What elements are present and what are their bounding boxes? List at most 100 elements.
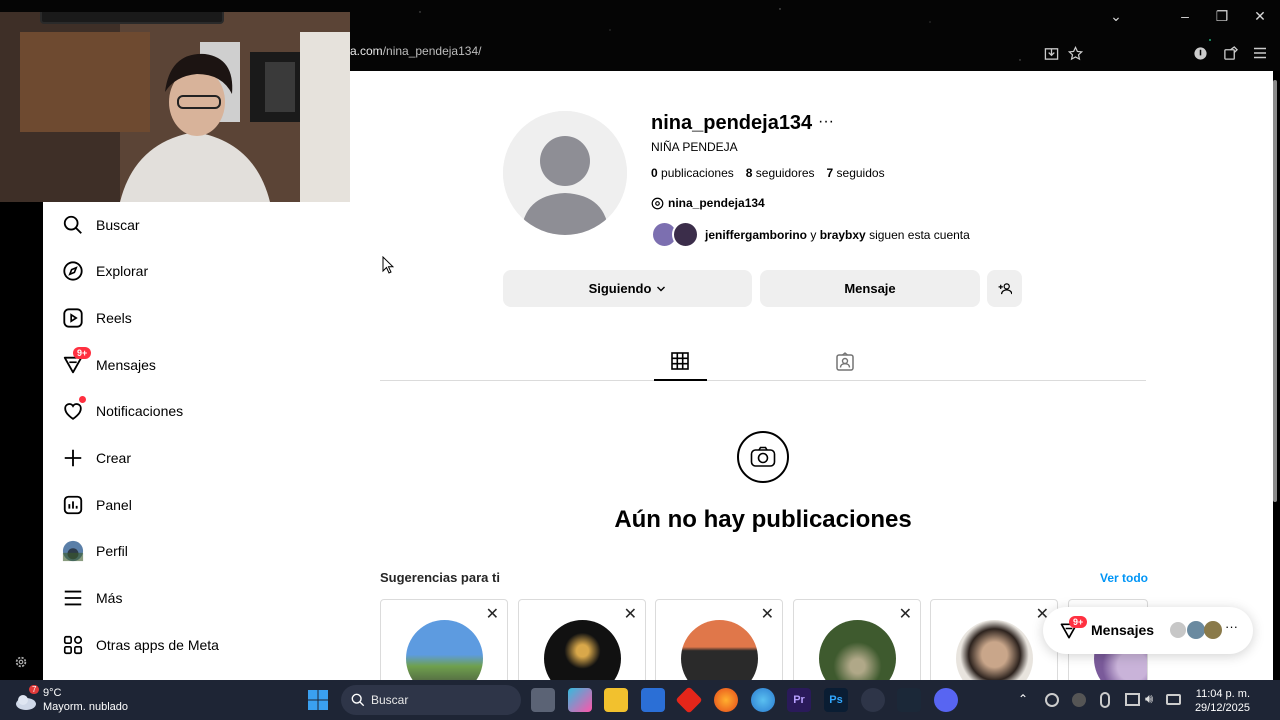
tagged-tab[interactable]: [835, 352, 855, 372]
default-avatar-icon: [503, 111, 627, 235]
app-red-icon[interactable]: [675, 686, 703, 714]
dismiss-suggestion-icon[interactable]: ✕: [624, 604, 637, 624]
dismiss-suggestion-icon[interactable]: ✕: [486, 604, 499, 624]
follower-avatar: [672, 221, 699, 248]
weather-description: Mayorm. nublado: [43, 701, 128, 713]
sync-icon[interactable]: [1045, 693, 1059, 707]
following-button-label: Siguiendo: [588, 281, 652, 296]
menu-hamburger-icon[interactable]: [1251, 44, 1269, 62]
follower-name-1: jeniffergamborino: [705, 227, 808, 242]
windows-taskbar: 7 9°C Mayorm. nublado Buscar Pr Ps ⌃ 🔊︎: [0, 680, 1280, 720]
weather-widget[interactable]: 7: [13, 685, 40, 713]
tab-list-icon[interactable]: ⌄: [1106, 8, 1126, 25]
reels-icon: [61, 306, 85, 330]
sidebar-item-messages[interactable]: 9+ Mensajes: [43, 342, 343, 388]
see-all-link[interactable]: Ver todo: [1100, 571, 1148, 585]
sidebar-item-label: Más: [96, 590, 123, 606]
task-view-icon[interactable]: [531, 688, 555, 712]
grid-icon: [671, 352, 689, 370]
sidebar-item-label: Crear: [96, 450, 132, 466]
sidebar-item-explore[interactable]: Explorar: [43, 248, 343, 294]
search-icon: [351, 693, 365, 707]
battery-icon[interactable]: [1166, 694, 1181, 705]
dismiss-suggestion-icon[interactable]: ✕: [761, 604, 774, 624]
steam-icon[interactable]: [897, 688, 921, 712]
obs-icon[interactable]: [861, 688, 885, 712]
followed-by-row[interactable]: jeniffergamborino y braybxy siguen esta …: [651, 221, 970, 248]
left-edge-strip: [0, 202, 43, 680]
settings-gear-icon[interactable]: [14, 655, 28, 669]
sidebar-item-search[interactable]: Buscar: [43, 202, 343, 248]
download-icon[interactable]: [1191, 44, 1209, 62]
messages-floating-button[interactable]: 9+ Mensajes ···: [1043, 607, 1253, 654]
sidebar-item-reels[interactable]: Reels: [43, 295, 343, 341]
apps-icon: [61, 633, 85, 657]
windows-start-icon[interactable]: [307, 689, 329, 716]
sidebar-item-label: Notificaciones: [96, 403, 184, 419]
suggestions-title: Sugerencias para ti: [380, 570, 500, 585]
extensions-icon[interactable]: [1221, 44, 1239, 62]
followed-by-suffix: siguen esta cuenta: [869, 227, 970, 242]
sidebar-item-label: Explorar: [96, 263, 149, 279]
suggestion-card[interactable]: ✕: [655, 599, 783, 680]
minimize-icon[interactable]: –: [1175, 8, 1195, 24]
photoshop-icon[interactable]: Ps: [824, 688, 848, 712]
following-stat[interactable]: 7 seguidos: [827, 166, 885, 180]
suggestion-card[interactable]: ✕: [930, 599, 1058, 680]
close-window-icon[interactable]: ✕: [1250, 8, 1270, 25]
network-icon[interactable]: [1125, 693, 1140, 706]
file-explorer-icon[interactable]: [604, 688, 628, 712]
sidebar-item-label: Reels: [96, 310, 132, 326]
suggestion-avatar: [681, 620, 758, 680]
sidebar-item-more[interactable]: Más: [43, 575, 343, 621]
more-options-icon[interactable]: ···: [818, 113, 834, 131]
taskbar-search[interactable]: Buscar: [341, 685, 521, 715]
premiere-icon[interactable]: Pr: [787, 688, 811, 712]
active-tab-indicator: [654, 379, 707, 381]
bookmark-star-icon[interactable]: [1066, 44, 1084, 62]
followed-by-conjunction: y: [810, 227, 817, 242]
browser-icon[interactable]: [751, 688, 775, 712]
tray-app-icon[interactable]: [1072, 693, 1086, 707]
sidebar-item-notifications[interactable]: Notificaciones: [43, 388, 343, 434]
sidebar-item-dashboard[interactable]: Panel: [43, 482, 343, 528]
compass-icon: [61, 259, 85, 283]
install-app-icon[interactable]: [1042, 44, 1060, 62]
sidebar-item-label: Buscar: [96, 217, 140, 233]
tagged-person-icon: [836, 352, 854, 371]
following-label: seguidos: [836, 166, 885, 180]
firefox-icon[interactable]: [714, 688, 738, 712]
clock-date: 29/12/2025: [1194, 702, 1250, 714]
microphone-icon[interactable]: [1100, 692, 1110, 708]
following-button[interactable]: Siguiendo: [503, 270, 752, 307]
suggest-people-button[interactable]: [987, 270, 1022, 307]
threads-link[interactable]: nina_pendeja134: [651, 196, 765, 210]
restore-icon[interactable]: ❐: [1212, 8, 1232, 25]
message-button[interactable]: Mensaje: [760, 270, 980, 307]
address-bar[interactable]: a.com/nina_pendeja134/: [350, 44, 481, 58]
suggestion-card[interactable]: ✕: [793, 599, 921, 680]
posts-grid-tab[interactable]: [671, 352, 691, 372]
followers-stat[interactable]: 8 seguidores: [746, 166, 815, 180]
page-scrollbar[interactable]: [1273, 80, 1277, 502]
chat-avatar: [1170, 622, 1186, 638]
suggestion-card[interactable]: ✕: [518, 599, 646, 680]
follower-name-2: braybxy: [819, 227, 866, 242]
sidebar-item-create[interactable]: Crear: [43, 435, 343, 481]
suggestion-card[interactable]: ✕: [380, 599, 508, 680]
instagram-sidebar: Buscar Explorar Reels 9+ Mensajes Notifi…: [43, 202, 350, 680]
tray-expand-icon[interactable]: ⌃: [1018, 692, 1028, 706]
copilot-icon[interactable]: [568, 688, 592, 712]
notification-dot: [79, 396, 86, 403]
volume-icon[interactable]: 🔊︎: [1145, 691, 1153, 707]
taskbar-clock[interactable]: 11:04 p. m. 29/12/2025: [1186, 687, 1250, 715]
dismiss-suggestion-icon[interactable]: ✕: [899, 604, 912, 624]
chat-avatar: [1204, 621, 1222, 639]
profile-avatar[interactable]: [503, 111, 627, 235]
messages-badge: 9+: [73, 347, 92, 359]
store-icon[interactable]: [641, 688, 665, 712]
webcam-overlay: [0, 12, 350, 202]
sidebar-item-meta-apps[interactable]: Otras apps de Meta: [43, 622, 343, 668]
discord-icon[interactable]: [934, 688, 958, 712]
sidebar-item-profile[interactable]: Perfil: [43, 528, 343, 574]
